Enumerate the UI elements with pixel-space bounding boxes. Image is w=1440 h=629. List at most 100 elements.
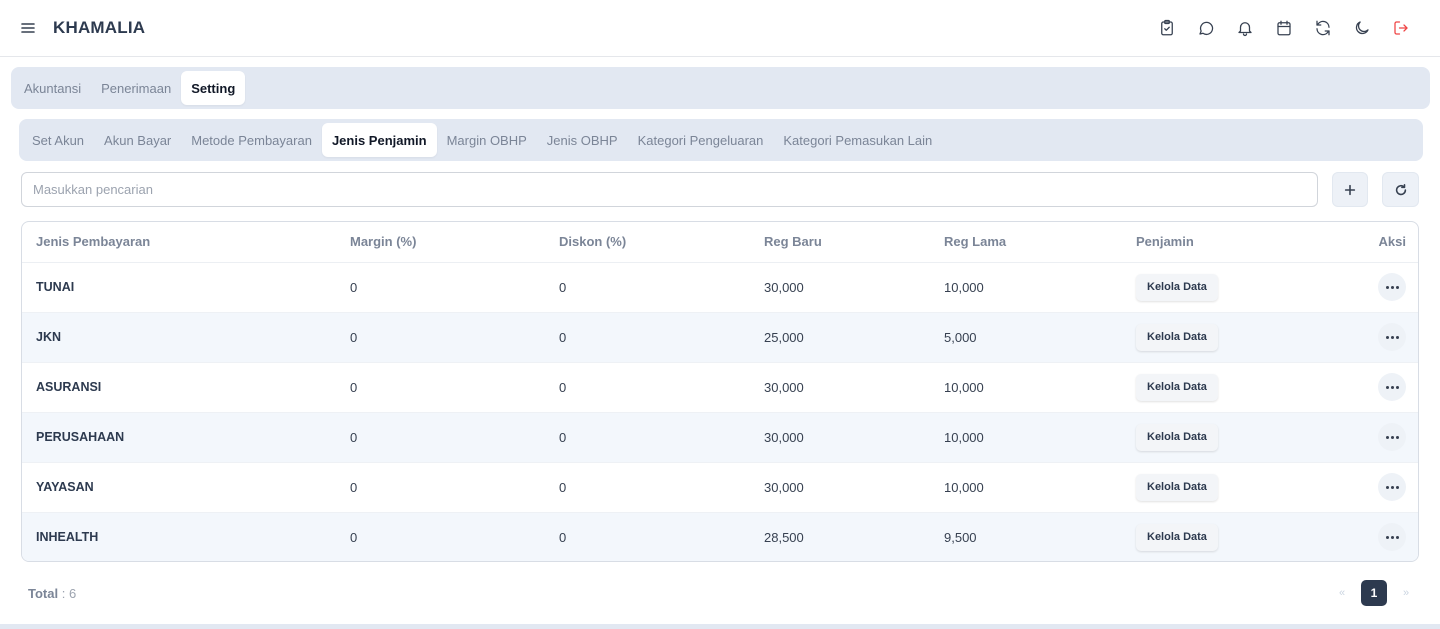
table-footer: Total : 6 « 1 » bbox=[28, 580, 1413, 606]
cell-margin: 0 bbox=[336, 462, 545, 513]
cell-reg-baru: 30,000 bbox=[750, 262, 930, 313]
kelola-data-button[interactable]: Kelola Data bbox=[1136, 473, 1218, 501]
top-actions bbox=[1147, 13, 1420, 43]
cell-reg-baru: 30,000 bbox=[750, 362, 930, 413]
more-dots-icon bbox=[1390, 435, 1394, 439]
kelola-data-button[interactable]: Kelola Data bbox=[1136, 273, 1218, 301]
table-row: ASURANSI 0 0 30,000 10,000 Kelola Data bbox=[22, 362, 1418, 413]
tab-akuntansi[interactable]: Akuntansi bbox=[14, 71, 91, 105]
brand-logo: KHAMALIA bbox=[53, 18, 146, 37]
cell-aksi bbox=[1292, 462, 1418, 513]
main-tabs: Akuntansi Penerimaan Setting bbox=[11, 67, 1430, 109]
cell-diskon: 0 bbox=[545, 262, 750, 313]
cell-penjamin: Kelola Data bbox=[1122, 412, 1292, 463]
table-row: YAYASAN 0 0 30,000 10,000 Kelola Data bbox=[22, 462, 1418, 513]
cell-reg-lama: 10,000 bbox=[930, 262, 1122, 313]
calendar-icon[interactable] bbox=[1264, 13, 1303, 43]
subtab-metode-pembayaran[interactable]: Metode Pembayaran bbox=[181, 123, 322, 157]
cell-diskon: 0 bbox=[545, 312, 750, 363]
cell-aksi bbox=[1292, 512, 1418, 561]
subtab-margin-obhp[interactable]: Margin OBHP bbox=[437, 123, 537, 157]
cell-jenis: INHEALTH bbox=[22, 512, 336, 561]
subtab-jenis-obhp[interactable]: Jenis OBHP bbox=[537, 123, 628, 157]
pagination: « 1 » bbox=[1335, 580, 1413, 606]
clipboard-check-icon[interactable] bbox=[1147, 13, 1186, 43]
cell-diskon: 0 bbox=[545, 512, 750, 561]
menu-icon[interactable] bbox=[20, 20, 36, 36]
cell-aksi bbox=[1292, 412, 1418, 463]
sub-tabs: Set Akun Akun Bayar Metode Pembayaran Je… bbox=[19, 119, 1423, 161]
more-dots-icon bbox=[1385, 485, 1389, 489]
kelola-data-button[interactable]: Kelola Data bbox=[1136, 373, 1218, 401]
more-actions-button[interactable] bbox=[1378, 373, 1406, 401]
kelola-data-button[interactable]: Kelola Data bbox=[1136, 323, 1218, 351]
cell-penjamin: Kelola Data bbox=[1122, 312, 1292, 363]
page-1-button[interactable]: 1 bbox=[1361, 580, 1387, 606]
more-actions-button[interactable] bbox=[1378, 323, 1406, 351]
total-count: Total : 6 bbox=[28, 586, 76, 601]
next-page-button[interactable]: » bbox=[1399, 587, 1413, 599]
cell-diskon: 0 bbox=[545, 412, 750, 463]
cell-margin: 0 bbox=[336, 312, 545, 363]
more-dots-icon bbox=[1385, 535, 1389, 539]
col-diskon: Diskon (%) bbox=[545, 222, 750, 263]
col-jenis-pembayaran: Jenis Pembayaran bbox=[22, 222, 336, 263]
more-dots-icon bbox=[1395, 385, 1399, 389]
cell-jenis: YAYASAN bbox=[22, 462, 336, 513]
subtab-kategori-pemasukan-lain[interactable]: Kategori Pemasukan Lain bbox=[773, 123, 942, 157]
subtab-set-akun[interactable]: Set Akun bbox=[22, 123, 94, 157]
subtab-akun-bayar[interactable]: Akun Bayar bbox=[94, 123, 181, 157]
search-input[interactable] bbox=[21, 172, 1318, 207]
more-dots-icon bbox=[1385, 435, 1389, 439]
subtab-jenis-penjamin[interactable]: Jenis Penjamin bbox=[321, 123, 437, 157]
chat-icon[interactable] bbox=[1186, 13, 1225, 43]
cell-reg-baru: 28,500 bbox=[750, 512, 930, 561]
cell-reg-baru: 25,000 bbox=[750, 312, 930, 363]
col-aksi: Aksi bbox=[1292, 222, 1418, 263]
cell-reg-lama: 10,000 bbox=[930, 412, 1122, 463]
table-header: Jenis Pembayaran Margin (%) Diskon (%) R… bbox=[22, 222, 1418, 263]
more-dots-icon bbox=[1390, 285, 1394, 289]
kelola-data-button[interactable]: Kelola Data bbox=[1136, 423, 1218, 451]
tab-setting[interactable]: Setting bbox=[181, 71, 246, 105]
bell-icon[interactable] bbox=[1225, 13, 1264, 43]
more-actions-button[interactable] bbox=[1378, 423, 1406, 451]
cell-diskon: 0 bbox=[545, 362, 750, 413]
subtab-kategori-pengeluaran[interactable]: Kategori Pengeluaran bbox=[628, 123, 774, 157]
penjamin-table: Jenis Pembayaran Margin (%) Diskon (%) R… bbox=[21, 221, 1419, 562]
total-value: : 6 bbox=[61, 585, 77, 601]
moon-icon[interactable] bbox=[1342, 13, 1381, 43]
refresh-icon bbox=[1395, 183, 1406, 195]
col-reg-baru: Reg Baru bbox=[750, 222, 930, 263]
more-actions-button[interactable] bbox=[1378, 273, 1406, 301]
more-dots-icon bbox=[1390, 385, 1394, 389]
cell-reg-lama: 10,000 bbox=[930, 462, 1122, 513]
cell-jenis: TUNAI bbox=[22, 262, 336, 313]
cell-reg-baru: 30,000 bbox=[750, 412, 930, 463]
tab-penerimaan[interactable]: Penerimaan bbox=[91, 71, 181, 105]
more-dots-icon bbox=[1390, 535, 1394, 539]
logout-icon[interactable] bbox=[1381, 13, 1420, 43]
cell-jenis: JKN bbox=[22, 312, 336, 363]
more-dots-icon bbox=[1395, 435, 1399, 439]
table-row: TUNAI 0 0 30,000 10,000 Kelola Data bbox=[22, 262, 1418, 313]
more-actions-button[interactable] bbox=[1378, 523, 1406, 552]
more-dots-icon bbox=[1385, 335, 1389, 339]
cell-aksi bbox=[1292, 312, 1418, 363]
more-dots-icon bbox=[1385, 385, 1389, 389]
kelola-data-button[interactable]: Kelola Data bbox=[1136, 523, 1218, 551]
cell-penjamin: Kelola Data bbox=[1122, 462, 1292, 513]
more-dots-icon bbox=[1395, 285, 1399, 289]
more-dots-icon bbox=[1390, 485, 1394, 489]
prev-page-button[interactable]: « bbox=[1335, 587, 1349, 599]
refresh-icon[interactable] bbox=[1303, 13, 1342, 43]
cell-aksi bbox=[1292, 262, 1418, 313]
bottom-strip bbox=[0, 624, 1440, 629]
add-button[interactable] bbox=[1331, 172, 1369, 207]
cell-margin: 0 bbox=[336, 262, 545, 313]
cell-margin: 0 bbox=[336, 512, 545, 561]
more-dots-icon bbox=[1395, 335, 1399, 339]
cell-reg-baru: 30,000 bbox=[750, 462, 930, 513]
reload-button[interactable] bbox=[1382, 172, 1419, 207]
more-actions-button[interactable] bbox=[1378, 473, 1406, 501]
